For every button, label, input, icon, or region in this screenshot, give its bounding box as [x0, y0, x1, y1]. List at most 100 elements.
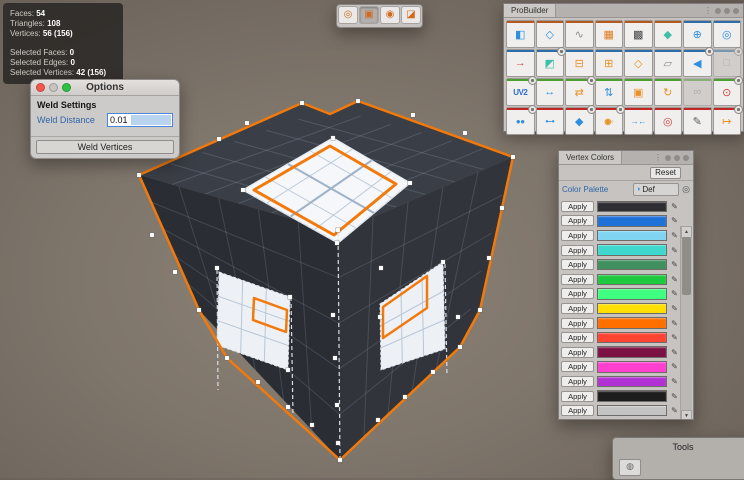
palette-scrollbar[interactable]: ▲ ▼	[680, 226, 692, 420]
color-swatch[interactable]	[597, 361, 667, 373]
vertex-handle[interactable]	[458, 345, 462, 349]
eyedropper-icon[interactable]: ✎	[670, 289, 679, 298]
color-swatch[interactable]	[597, 419, 667, 420]
vertex-handle[interactable]	[338, 458, 342, 462]
vertex-handle[interactable]	[500, 206, 504, 210]
apply-color-button[interactable]: Apply	[561, 245, 594, 256]
shrink-selection-button[interactable]: ⊟	[565, 49, 594, 77]
scroll-down-icon[interactable]: ▼	[681, 410, 692, 420]
eyedropper-icon[interactable]: ✎	[670, 260, 679, 269]
vertex-handle[interactable]	[356, 99, 360, 103]
cut-tool-button[interactable]: ✎	[683, 107, 712, 135]
apply-color-button[interactable]: Apply	[561, 405, 594, 416]
orientation-tool-button[interactable]: ◍	[619, 459, 641, 476]
vertex-handle[interactable]	[378, 315, 382, 319]
material-editor-button[interactable]: ▦	[595, 20, 624, 48]
eyedropper-icon[interactable]: ✎	[670, 377, 679, 386]
color-swatch[interactable]	[597, 405, 667, 417]
select-by-smoothing-button[interactable]: □	[713, 49, 742, 77]
scrollbar-thumb[interactable]	[682, 237, 691, 295]
color-swatch[interactable]	[597, 215, 667, 227]
vertex-handle[interactable]	[288, 295, 292, 299]
center-pivot-button[interactable]: ⊙	[713, 78, 742, 106]
apply-color-button[interactable]: Apply	[561, 215, 594, 226]
color-swatch[interactable]	[597, 259, 667, 271]
vertex-handle[interactable]	[256, 380, 260, 384]
fill-hole-button[interactable]: ◆	[565, 107, 594, 135]
eyedropper-icon[interactable]: ✎	[670, 362, 679, 371]
vertex-handle[interactable]	[300, 101, 304, 105]
mirror-objects-button[interactable]: ⇄	[565, 78, 594, 106]
vertex-handle[interactable]	[245, 121, 249, 125]
eyedropper-icon[interactable]: ✎	[670, 319, 679, 328]
apply-color-button[interactable]: Apply	[561, 361, 594, 372]
vertex-colors-tool-button[interactable]: ◆	[654, 20, 683, 48]
eyedropper-icon[interactable]: ✎	[670, 246, 679, 255]
vertex-handle[interactable]	[478, 308, 482, 312]
tab-probuilder[interactable]: ProBuilder	[504, 4, 556, 17]
window-circle-icon[interactable]	[674, 155, 680, 161]
color-swatch[interactable]	[597, 376, 667, 388]
color-swatch[interactable]	[597, 288, 667, 300]
eyedropper-icon[interactable]: ✎	[670, 216, 679, 225]
flip-normals-button[interactable]: ⇅	[595, 78, 624, 106]
window-circle-icon[interactable]	[665, 155, 671, 161]
apply-color-button[interactable]: Apply	[561, 376, 594, 387]
shift-select-mode-button[interactable]: →	[506, 49, 535, 77]
eyedropper-icon[interactable]: ✎	[670, 348, 679, 357]
eyedropper-icon[interactable]: ✎	[670, 333, 679, 342]
vertex-handle[interactable]	[173, 270, 177, 274]
apply-color-button[interactable]: Apply	[561, 274, 594, 285]
apply-color-button[interactable]: Apply	[561, 318, 594, 329]
smoothing-groups-button[interactable]: ∿	[565, 20, 594, 48]
eyedropper-icon[interactable]: ✎	[670, 392, 679, 401]
color-swatch[interactable]	[597, 201, 667, 213]
uv-editor-button[interactable]: ▩	[624, 20, 653, 48]
vertex-handle[interactable]	[241, 188, 245, 192]
vertex-handle[interactable]	[431, 370, 435, 374]
weld-distance-input[interactable]: 0.01	[107, 113, 173, 127]
color-swatch[interactable]	[597, 303, 667, 315]
new-poly-shape-button[interactable]: ◇	[536, 20, 565, 48]
window-circle-icon[interactable]	[724, 8, 730, 14]
subdivide-object-button[interactable]: ↻	[654, 78, 683, 106]
vertex-handle[interactable]	[215, 266, 219, 270]
apply-color-button[interactable]: Apply	[561, 303, 594, 314]
eyedropper-icon[interactable]: ✎	[670, 231, 679, 240]
color-swatch[interactable]	[597, 346, 667, 358]
select-hole-button[interactable]: ◇	[624, 49, 653, 77]
vertex-handle[interactable]	[511, 155, 515, 159]
color-swatch[interactable]	[597, 390, 667, 402]
vertex-handle[interactable]	[441, 260, 445, 264]
options-titlebar[interactable]: Options	[31, 80, 179, 96]
weld-vertices-button[interactable]: Weld Vertices	[36, 140, 174, 154]
tab-vertex-colors[interactable]: Vertex Colors	[559, 151, 622, 164]
vertex-handle[interactable]	[333, 356, 337, 360]
vertex-handle[interactable]	[408, 181, 412, 185]
vertex-mode-button[interactable]: ▣	[359, 6, 379, 24]
palette-object-field[interactable]: ◑ Def	[633, 183, 679, 196]
grow-selection-button[interactable]: ⊞	[595, 49, 624, 77]
weld-vertices-button[interactable]: ●●	[506, 107, 535, 135]
select-hidden-button[interactable]: ◎	[713, 20, 742, 48]
color-swatch[interactable]	[597, 317, 667, 329]
handle-orientation-button[interactable]: ⊕	[683, 20, 712, 48]
color-swatch[interactable]	[597, 274, 667, 286]
vertex-handle[interactable]	[310, 423, 314, 427]
vertex-handle[interactable]	[137, 173, 141, 177]
vertex-handle[interactable]	[463, 131, 467, 135]
apply-color-button[interactable]: Apply	[561, 347, 594, 358]
eyedropper-icon[interactable]: ✎	[670, 275, 679, 284]
face-mode-button[interactable]: ◪	[401, 6, 421, 24]
collapse-vertices-button[interactable]: →←	[624, 107, 653, 135]
menu-dots-icon[interactable]: ⋮	[654, 153, 662, 162]
apply-color-button[interactable]: Apply	[561, 391, 594, 402]
vertex-handle[interactable]	[286, 368, 290, 372]
insert-edge-loop-button[interactable]: ↦	[713, 107, 742, 135]
vertex-handle[interactable]	[336, 441, 340, 445]
vertex-handle[interactable]	[411, 113, 415, 117]
vertex-handle[interactable]	[456, 315, 460, 319]
options-gear-icon[interactable]	[734, 76, 743, 85]
export-object-button[interactable]: ↔	[536, 78, 565, 106]
vertex-handle[interactable]	[150, 233, 154, 237]
